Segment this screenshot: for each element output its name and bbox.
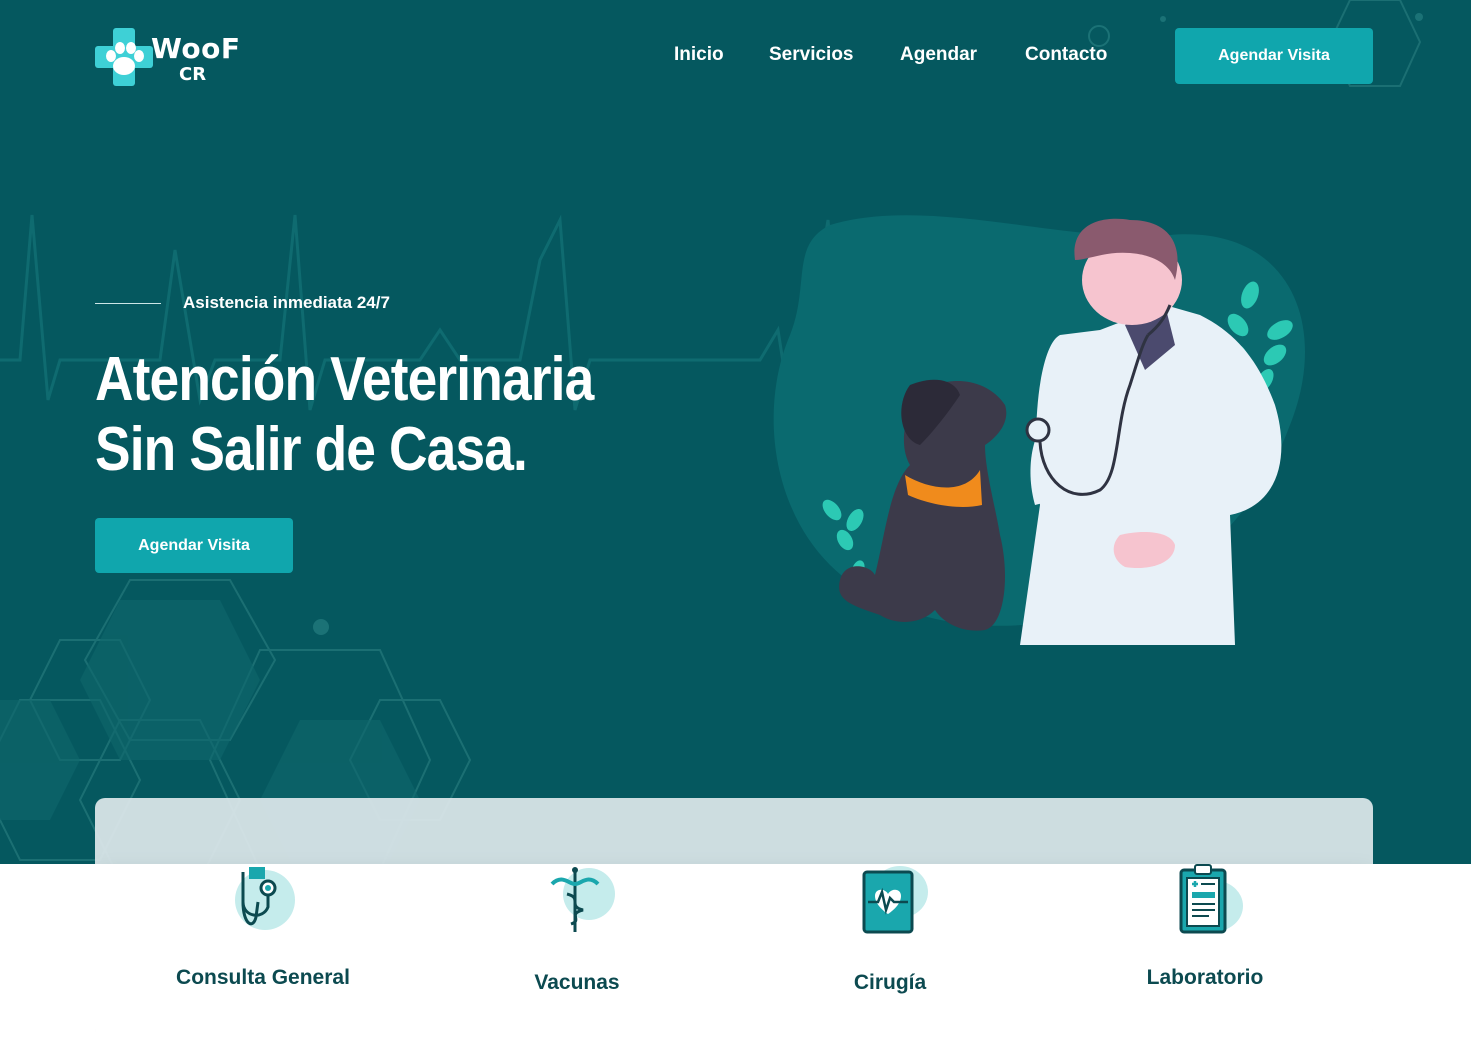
caduceus-icon [550, 867, 615, 932]
service-title: Consulta General [176, 966, 350, 989]
hero-headline-line2: Sin Salir de Casa. [95, 415, 528, 484]
hero-section: WooF CR Inicio Servicios Agendar Contact… [0, 0, 1471, 864]
service-item-consulta[interactable]: Consulta General [113, 862, 413, 989]
service-title: Laboratorio [1146, 966, 1264, 989]
services-card-top [95, 798, 1373, 864]
clipboard-icon [1179, 864, 1243, 934]
hero-schedule-button[interactable]: Agendar Visita [95, 518, 293, 573]
service-item-cirugia[interactable]: Cirugía [740, 862, 1040, 994]
service-title: Cirugía [853, 971, 927, 994]
hero-headline-line1: Atención Veterinaria [95, 345, 594, 414]
hero-eyebrow: Asistencia inmediata 24/7 [183, 293, 390, 312]
hero-headline: Atención Veterinaria Sin Salir de Casa. [95, 345, 594, 485]
service-item-laboratorio[interactable]: Laboratorio [1055, 862, 1355, 989]
header-schedule-button[interactable]: Agendar Visita [1175, 28, 1373, 84]
stethoscope-icon [235, 867, 295, 930]
nav-link-contacto[interactable]: Contacto [1025, 44, 1107, 66]
nav-link-inicio[interactable]: Inicio [674, 44, 724, 66]
nav-link-agendar[interactable]: Agendar [900, 44, 977, 66]
nav-link-servicios[interactable]: Servicios [769, 44, 854, 66]
service-item-vacunas[interactable]: Vacunas [427, 862, 727, 994]
eyebrow-divider [95, 303, 161, 304]
vet-with-dog-illustration [773, 215, 1305, 645]
service-title: Vacunas [534, 971, 620, 994]
heart-monitor-icon [862, 866, 928, 934]
